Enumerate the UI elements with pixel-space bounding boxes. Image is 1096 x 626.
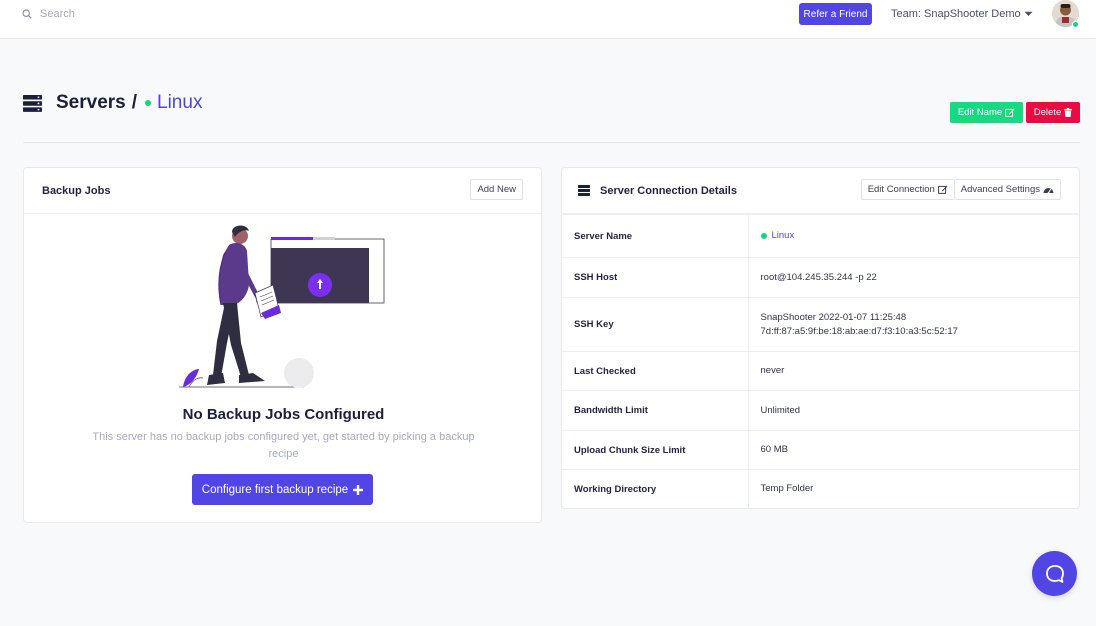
top-bar: Refer a Friend Team: SnapShooter Demo	[0, 0, 1096, 39]
trash-icon	[1064, 108, 1073, 117]
row-key: Bandwidth Limit	[562, 390, 749, 431]
edit-name-label: Edit Name	[957, 107, 1003, 118]
gauge-icon	[1043, 188, 1054, 194]
plus-icon	[353, 484, 364, 495]
ssh-key-fingerprint: 7d:ff:87:a5:9f:be:18:ab:ae:d7:f3:10:a3:5…	[760, 325, 958, 337]
page-header: Servers / Linux	[23, 92, 202, 114]
backup-jobs-title: Backup Jobs	[42, 184, 111, 197]
server-name-text: Linux	[771, 230, 795, 241]
table-row: Working Directory Temp Folder	[562, 469, 1079, 509]
backup-jobs-header: Backup Jobs Add New	[24, 168, 541, 214]
table-row: Bandwidth Limit Unlimited	[562, 390, 1079, 431]
edit-name-button[interactable]: Edit Name	[950, 102, 1023, 123]
row-value: 60 MB	[748, 430, 1079, 470]
connection-details-title: Server Connection Details	[600, 184, 737, 197]
breadcrumb-separator: /	[131, 92, 138, 113]
configure-backup-recipe-button[interactable]: Configure first backup recipe	[192, 474, 373, 505]
table-row: Server Name Linux	[562, 214, 1079, 258]
row-value: root@104.245.35.244 -p 22	[748, 257, 1079, 298]
search-icon	[22, 9, 32, 19]
connection-details-header: Server Connection Details Edit Connectio…	[562, 168, 1079, 214]
row-value: Temp Folder	[748, 469, 1079, 509]
backup-jobs-card: Backup Jobs Add New No Backup Jobs Confi…	[23, 167, 542, 523]
edit-icon	[1005, 108, 1015, 117]
advanced-settings-button[interactable]: Advanced Settings	[954, 179, 1061, 200]
row-key: Server Name	[562, 214, 749, 258]
header-divider	[23, 142, 1080, 143]
table-row: SSH Host root@104.245.35.244 -p 22	[562, 257, 1079, 298]
row-key: Last Checked	[562, 351, 749, 391]
chat-icon	[1045, 564, 1064, 583]
delete-button[interactable]: Delete	[1026, 102, 1080, 123]
search-input[interactable]	[40, 8, 340, 20]
empty-state-description: This server has no backup jobs configure…	[92, 431, 475, 460]
breadcrumb-server-name: Linux	[157, 92, 203, 113]
edit-icon	[937, 185, 948, 194]
empty-state-illustration	[179, 225, 385, 388]
connection-details-card: Server Connection Details Edit Connectio…	[561, 167, 1080, 509]
ssh-key-name: SnapShooter 2022-01-07 11:25:48	[760, 311, 907, 323]
chevron-down-icon	[1024, 11, 1033, 16]
team-label: Team: SnapShooter Demo	[891, 8, 1021, 20]
page-title: Servers / Linux	[56, 92, 202, 114]
row-value: Linux	[748, 214, 1079, 258]
row-key: Working Directory	[562, 469, 749, 509]
team-selector[interactable]: Team: SnapShooter Demo	[891, 8, 1033, 20]
search-box[interactable]	[22, 8, 340, 20]
server-name-value: Linux	[760, 229, 1068, 243]
empty-state-title: No Backup Jobs Configured	[182, 406, 385, 423]
connection-details-table: Server Name Linux SSH Host root@104.245.…	[562, 214, 1079, 509]
table-row: SSH Key SnapShooter 2022-01-07 11:25:48 …	[562, 297, 1079, 352]
server-icon	[23, 94, 42, 112]
table-row: Last Checked never	[562, 351, 1079, 391]
table-row: Upload Chunk Size Limit 60 MB	[562, 430, 1079, 470]
edit-connection-button[interactable]: Edit Connection	[860, 179, 955, 200]
advanced-settings-label: Advanced Settings	[960, 184, 1040, 195]
refer-friend-button[interactable]: Refer a Friend	[799, 3, 872, 25]
edit-connection-label: Edit Connection	[867, 184, 935, 195]
row-key: SSH Host	[562, 257, 749, 298]
connection-actions: Edit Connection Advanced Settings	[860, 179, 1061, 200]
online-status-dot	[1072, 21, 1079, 28]
row-value: Unlimited	[748, 390, 1079, 431]
title-servers[interactable]: Servers	[56, 92, 126, 114]
online-status-dot	[760, 233, 767, 239]
add-new-button[interactable]: Add New	[470, 179, 523, 200]
server-status-dot	[145, 100, 152, 106]
row-value: SnapShooter 2022-01-07 11:25:48 7d:ff:87…	[748, 297, 1079, 352]
chat-launcher-button[interactable]	[1032, 551, 1077, 596]
row-key: Upload Chunk Size Limit	[562, 430, 749, 470]
row-value: never	[748, 351, 1079, 391]
delete-label: Delete	[1033, 107, 1062, 118]
configure-label: Configure first backup recipe	[201, 483, 349, 496]
row-key: SSH Key	[562, 297, 749, 352]
server-icon	[578, 185, 590, 196]
